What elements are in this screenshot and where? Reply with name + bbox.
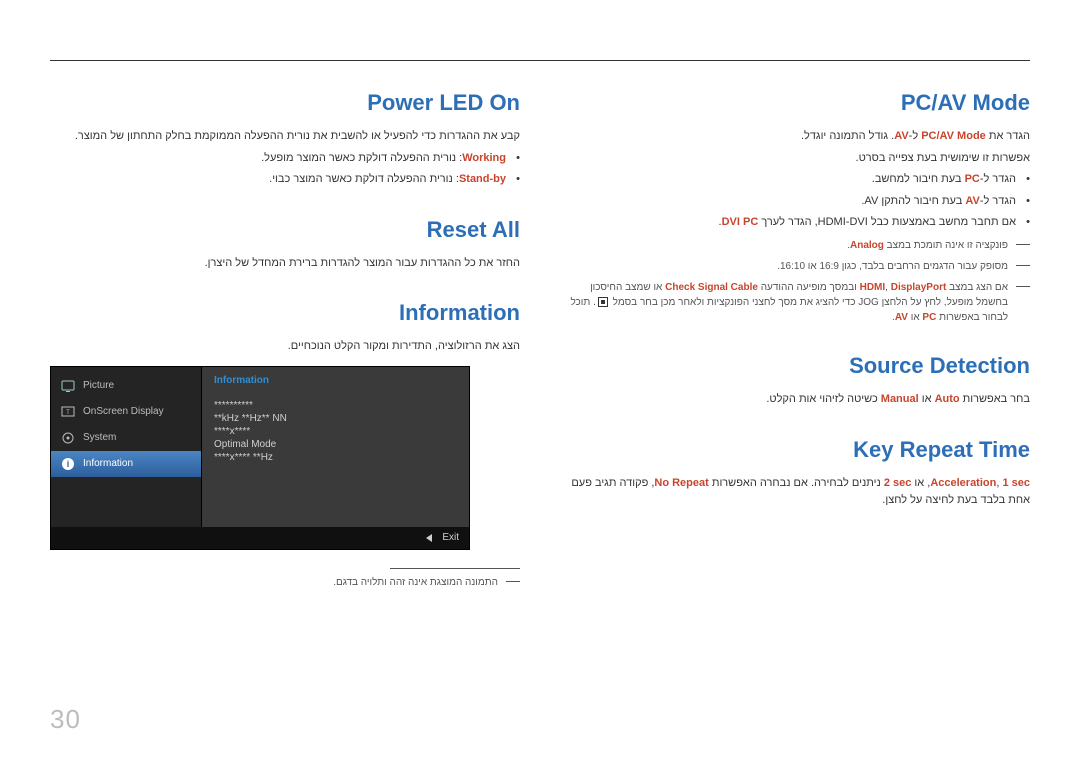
kw-av2: AV xyxy=(965,195,979,207)
kw-pc2: PC xyxy=(922,312,936,323)
kw-dvipc: DVI PC xyxy=(722,216,759,228)
osd-sidebar: Picture T OnScreen Display System xyxy=(51,367,201,527)
system-icon xyxy=(61,431,75,445)
key-repeat-text: Acceleration, 1 sec, או 2 sec ניתנים לבח… xyxy=(560,475,1030,510)
osd-line: ****x**** **Hz xyxy=(214,452,457,463)
section-information: Information הצג את הרזולוציה, התדירות ומ… xyxy=(50,300,520,590)
section-key-repeat: Key Repeat Time Acceleration, 1 sec, או … xyxy=(560,437,1030,510)
osd-item-onscreen: T OnScreen Display xyxy=(51,399,201,425)
osd-main-panel: Information ********** **kHz **Hz** NN *… xyxy=(201,367,469,527)
kw-pcav-mode: PC/AV Mode xyxy=(921,130,986,142)
arrow-left-icon xyxy=(426,534,432,542)
heading-information: Information xyxy=(50,300,520,326)
osd-footer: Exit xyxy=(51,527,469,549)
picture-icon xyxy=(61,379,75,393)
heading-power-led: Power LED On xyxy=(50,90,520,116)
kw-manual: Manual xyxy=(881,393,919,405)
menu-glyph-icon xyxy=(598,297,608,307)
footnote-rule xyxy=(390,568,520,569)
osd-line: ****x**** xyxy=(214,426,457,437)
osd-line: **kHz **Hz** NN xyxy=(214,413,457,424)
heading-source: Source Detection xyxy=(560,353,1030,379)
kw-2sec: 2 sec xyxy=(884,477,912,489)
osd-item-label: Picture xyxy=(83,380,114,391)
kw-norepeat: No Repeat xyxy=(654,477,708,489)
list-item: הגדר ל-PC בעת חיבור למחשב. xyxy=(560,171,1030,189)
onscreen-icon: T xyxy=(61,405,75,419)
osd-item-picture: Picture xyxy=(51,373,201,399)
osd-item-system: System xyxy=(51,425,201,451)
list-item: אם תחבר מחשב באמצעות כבל HDMI-DVI, הגדר … xyxy=(560,214,1030,232)
kw-analog: Analog xyxy=(850,240,884,251)
osd-item-label: Information xyxy=(83,458,133,469)
page-number: 30 xyxy=(50,704,81,735)
kw-auto: Auto xyxy=(935,393,960,405)
pcav-note-3: אם הצג במצב HDMI, DisplayPort ובמסך מופי… xyxy=(560,280,1030,325)
list-item: הגדר ל-AV בעת חיבור להתקן AV. xyxy=(560,193,1030,211)
power-led-intro: קבע את ההגדרות כדי להפעיל או להשבית את נ… xyxy=(50,128,520,146)
info-icon: i xyxy=(61,457,75,471)
information-text: הצג את הרזולוציה, התדירות ומקור הקלט הנו… xyxy=(50,338,520,356)
kw-1sec: 1 sec xyxy=(1002,477,1030,489)
information-footnote: התמונה המוצגת אינה זהה ותלויה בדגם. xyxy=(50,575,520,590)
osd-item-label: System xyxy=(83,432,116,443)
list-item: Working: נורית ההפעלה דולקת כאשר המוצר מ… xyxy=(50,150,520,168)
osd-item-information: i Information xyxy=(51,451,201,477)
list-item: Stand-by: נורית ההפעלה דולקת כאשר המוצר … xyxy=(50,171,520,189)
svg-text:T: T xyxy=(66,410,70,416)
osd-exit-label: Exit xyxy=(442,532,459,543)
osd-line: ********** xyxy=(214,400,457,411)
pcav-note-2: מסופק עבור הדגמים הרחבים בלבד, כגון 16:9… xyxy=(560,259,1030,274)
osd-line: Optimal Mode xyxy=(214,439,457,450)
kw-standby: Stand-by xyxy=(459,173,506,185)
section-pcav: PC/AV Mode הגדר את PC/AV Mode ל-AV. גודל… xyxy=(560,90,1030,325)
pcav-line1: הגדר את PC/AV Mode ל-AV. גודל התמונה יוג… xyxy=(560,128,1030,146)
heading-pcav: PC/AV Mode xyxy=(560,90,1030,116)
osd-panel-title: Information xyxy=(214,375,457,386)
osd-screenshot: Picture T OnScreen Display System xyxy=(50,366,470,550)
kw-pc: PC xyxy=(965,173,980,185)
heading-reset-all: Reset All xyxy=(50,217,520,243)
power-led-list: Working: נורית ההפעלה דולקת כאשר המוצר מ… xyxy=(50,150,520,189)
kw-acceleration: Acceleration xyxy=(930,477,996,489)
kw-hdmi: HDMI xyxy=(860,282,886,293)
svg-text:i: i xyxy=(67,459,70,469)
kw-av3: AV xyxy=(895,312,908,323)
kw-check-signal: Check Signal Cable xyxy=(665,282,758,293)
heading-key-repeat: Key Repeat Time xyxy=(560,437,1030,463)
kw-working: Working xyxy=(462,152,506,164)
osd-item-label: OnScreen Display xyxy=(83,406,164,417)
kw-av: AV xyxy=(894,130,908,142)
top-rule xyxy=(50,60,1030,61)
source-text: בחר באפשרות Auto או Manual כשיטה לזיהוי … xyxy=(560,391,1030,409)
section-power-led: Power LED On קבע את ההגדרות כדי להפעיל א… xyxy=(50,90,520,189)
section-reset-all: Reset All החזר את כל ההגדרות עבור המוצר … xyxy=(50,217,520,273)
pcav-line2: אפשרות זו שימושית בעת צפייה בסרט. xyxy=(560,150,1030,168)
reset-all-text: החזר את כל ההגדרות עבור המוצר להגדרות בר… xyxy=(50,255,520,273)
section-source: Source Detection בחר באפשרות Auto או Man… xyxy=(560,353,1030,409)
kw-dp: DisplayPort xyxy=(891,282,947,293)
pcav-list: הגדר ל-PC בעת חיבור למחשב. הגדר ל-AV בעת… xyxy=(560,171,1030,232)
pcav-note-1: פונקציה זו אינה תומכת במצב Analog. xyxy=(560,238,1030,253)
